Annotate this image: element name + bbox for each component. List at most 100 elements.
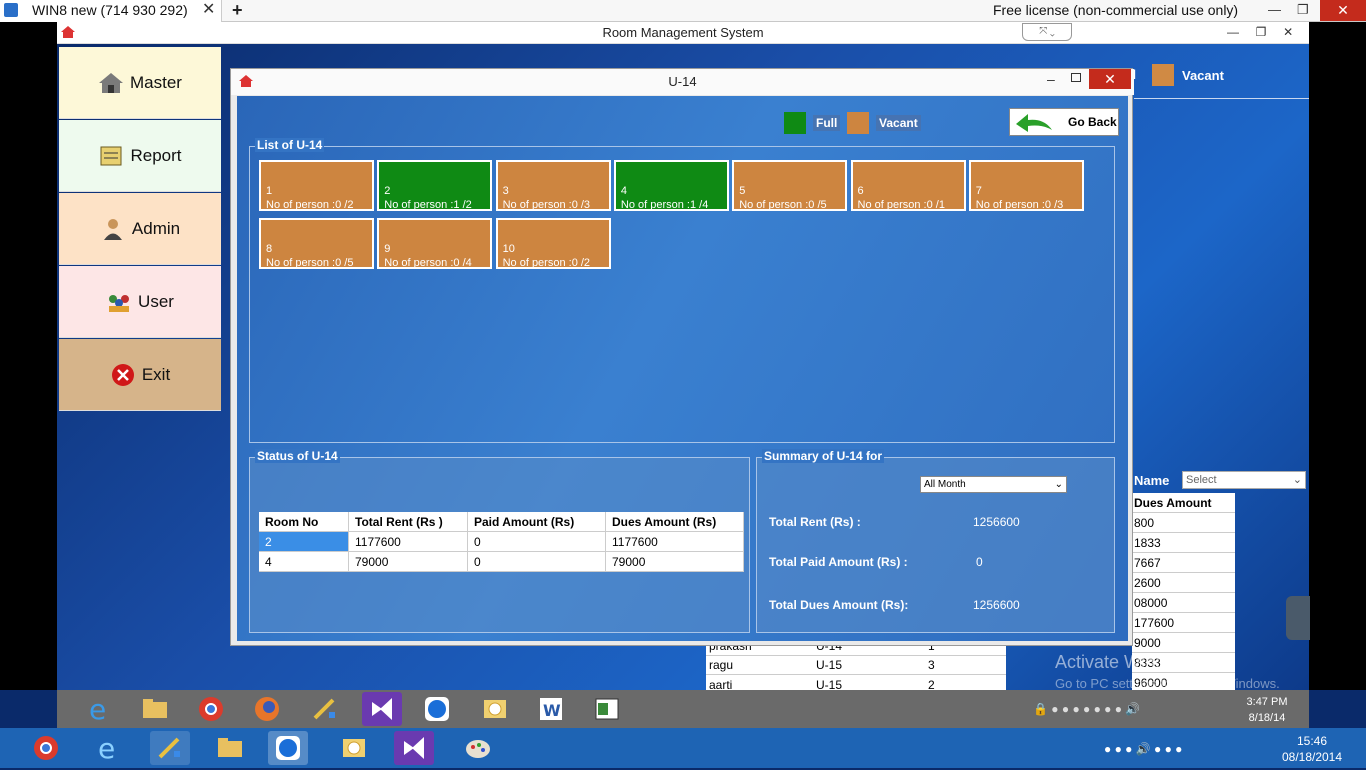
tools-icon[interactable] — [305, 692, 345, 726]
cell-total-rent[interactable]: 79000 — [349, 552, 468, 572]
app-window-icon[interactable] — [587, 692, 627, 726]
dialog-close-button[interactable]: ✕ — [1089, 69, 1131, 89]
table-row[interactable]: 7667 — [1132, 553, 1235, 573]
table-row[interactable]: 1833 — [1132, 533, 1235, 553]
viewer-tab[interactable]: WIN8 new (714 930 292) — [0, 0, 222, 22]
viewer-restore-button[interactable]: ❐ — [1297, 0, 1309, 20]
cell-room-no[interactable]: 4 — [259, 552, 349, 572]
summary-panel-label: Summary of U-14 for — [762, 449, 885, 463]
viewer-minimize-button[interactable]: — — [1268, 0, 1281, 20]
col-header-room-no[interactable]: Room No — [259, 512, 349, 532]
bg-name-label: Name — [1134, 473, 1170, 488]
teamviewer-side-panel-icon[interactable] — [1286, 596, 1310, 640]
room-tile-4[interactable]: 4 No of person :1 /4 — [613, 160, 729, 211]
ie-icon[interactable]: e — [79, 692, 119, 726]
visual-studio-icon[interactable] — [362, 692, 402, 726]
total-paid-label: Total Paid Amount (Rs) : — [769, 555, 908, 569]
viewer-tab-title: WIN8 new (714 930 292) — [32, 2, 188, 18]
legend-full-label: Full — [813, 115, 841, 131]
cell-dues-amount[interactable]: 79000 — [606, 552, 744, 572]
menu-admin-button[interactable]: Admin — [59, 193, 221, 265]
table-row[interactable]: ragu U-15 3 — [706, 655, 1006, 675]
viewer-dock-handle-icon[interactable]: ⤧ ⌄ — [1022, 23, 1072, 41]
menu-report-label: Report — [130, 145, 182, 165]
svg-text:e: e — [98, 732, 115, 765]
room-tile-2[interactable]: 2 No of person :1 /2 — [377, 160, 493, 211]
file-explorer-icon[interactable] — [210, 731, 250, 765]
house-icon — [99, 72, 124, 93]
dialog-maximize-button[interactable] — [1071, 73, 1081, 82]
menu-user-button[interactable]: User — [59, 266, 221, 338]
room-tile-10[interactable]: 10 No of person :0 /2 — [495, 218, 611, 269]
menu-report-button[interactable]: Report — [59, 120, 221, 192]
firefox-icon[interactable] — [247, 692, 287, 726]
table-row[interactable]: 2600 — [1132, 573, 1235, 593]
outlook-icon[interactable] — [334, 731, 374, 765]
file-explorer-icon[interactable] — [135, 692, 175, 726]
room-tile-8[interactable]: 8 No of person :0 /5 — [259, 218, 374, 269]
room-number: 1 — [266, 185, 273, 197]
remote-clock-date: 8/18/14 — [1248, 712, 1286, 724]
menu-master-label: Master — [130, 72, 182, 92]
month-select-value: All Month — [924, 479, 966, 490]
col-header-paid-amount[interactable]: Paid Amount (Rs) — [468, 512, 606, 532]
exit-icon — [111, 363, 134, 386]
table-row[interactable]: 800 — [1132, 513, 1235, 533]
remote-tray-icons[interactable]: 🔒 ● ● ● ● ● ● ● 🔊 — [1033, 696, 1203, 722]
local-tray-icons[interactable]: ● ● ● 🔊 ● ● ● — [1104, 736, 1274, 762]
word-icon[interactable]: W — [531, 692, 571, 726]
chevron-down-icon: ⌄ — [1054, 479, 1063, 490]
cell-paid-amount[interactable]: 0 — [468, 552, 606, 572]
room-tile-6[interactable]: 6 No of person :0 /1 — [850, 160, 966, 211]
cell-paid-amount[interactable]: 0 — [468, 532, 606, 552]
paint-icon[interactable] — [458, 731, 498, 765]
ie-icon[interactable]: e — [88, 731, 128, 765]
room-tile-5[interactable]: 5 No of person :0 /5 — [732, 160, 848, 211]
teamviewer-icon[interactable] — [417, 692, 457, 726]
bg-dues-header: Dues Amount — [1132, 493, 1235, 513]
go-back-button[interactable]: Go Back — [1009, 108, 1119, 136]
room-occupancy: No of person :0 /3 — [975, 199, 1064, 211]
cell-dues-amount[interactable]: 1177600 — [606, 532, 744, 552]
chrome-icon[interactable] — [26, 731, 66, 765]
room-tile-7[interactable]: 7 No of person :0 /3 — [968, 160, 1084, 211]
room-number: 7 — [975, 185, 982, 197]
room-tile-3[interactable]: 3 No of person :0 /3 — [495, 160, 611, 211]
bg-row-name: ragu — [709, 658, 734, 672]
cell-total-rent[interactable]: 1177600 — [349, 532, 468, 552]
app-minimize-button[interactable]: — — [1227, 25, 1239, 39]
viewer-new-tab-icon[interactable]: + — [232, 0, 243, 20]
app-close-button[interactable]: ✕ — [1283, 25, 1293, 39]
activate-windows-title: Activate Windows — [1055, 652, 1198, 672]
app-title: Room Management System — [602, 25, 764, 40]
menu-exit-button[interactable]: Exit — [59, 339, 221, 411]
svg-text:W: W — [543, 701, 561, 720]
activate-windows-subtitle: Go to PC settings to activate Windows. — [1055, 676, 1280, 691]
table-row[interactable]: 9000 — [1132, 633, 1235, 653]
menu-master-button[interactable]: Master — [59, 47, 221, 119]
table-row[interactable]: 4 79000 0 79000 — [259, 552, 747, 572]
col-header-total-rent[interactable]: Total Rent (Rs ) — [349, 512, 468, 532]
outlook-icon[interactable] — [475, 692, 515, 726]
viewer-tab-close-icon[interactable]: ✕ — [202, 0, 215, 20]
chrome-icon[interactable] — [191, 692, 231, 726]
cell-room-no[interactable]: 2 — [259, 532, 349, 552]
col-header-dues-amount[interactable]: Dues Amount (Rs) — [606, 512, 744, 532]
app-maximize-button[interactable]: ❐ — [1256, 25, 1267, 39]
status-table: Room No Total Rent (Rs ) Paid Amount (Rs… — [259, 512, 747, 572]
tools-icon[interactable] — [150, 731, 190, 765]
room-tile-1[interactable]: 1 No of person :0 /2 — [259, 160, 374, 211]
teamviewer-icon[interactable] — [268, 731, 308, 765]
dialog-minimize-button[interactable]: – — [1047, 71, 1055, 87]
bg-legend-vacant: Vacant — [1182, 68, 1224, 83]
visual-studio-icon[interactable] — [394, 731, 434, 765]
month-select[interactable]: All Month ⌄ — [920, 476, 1067, 493]
chevron-down-icon: ⌄ — [1292, 474, 1302, 486]
viewer-close-button[interactable]: ✕ — [1320, 0, 1366, 21]
table-row[interactable]: 2 1177600 0 1177600 — [259, 532, 747, 552]
bg-row-room: U-15 — [816, 658, 843, 672]
bg-name-select[interactable]: Select ⌄ — [1182, 471, 1306, 489]
table-row[interactable]: 08000 — [1132, 593, 1235, 613]
room-tile-9[interactable]: 9 No of person :0 /4 — [377, 218, 493, 269]
table-row[interactable]: 177600 — [1132, 613, 1235, 633]
